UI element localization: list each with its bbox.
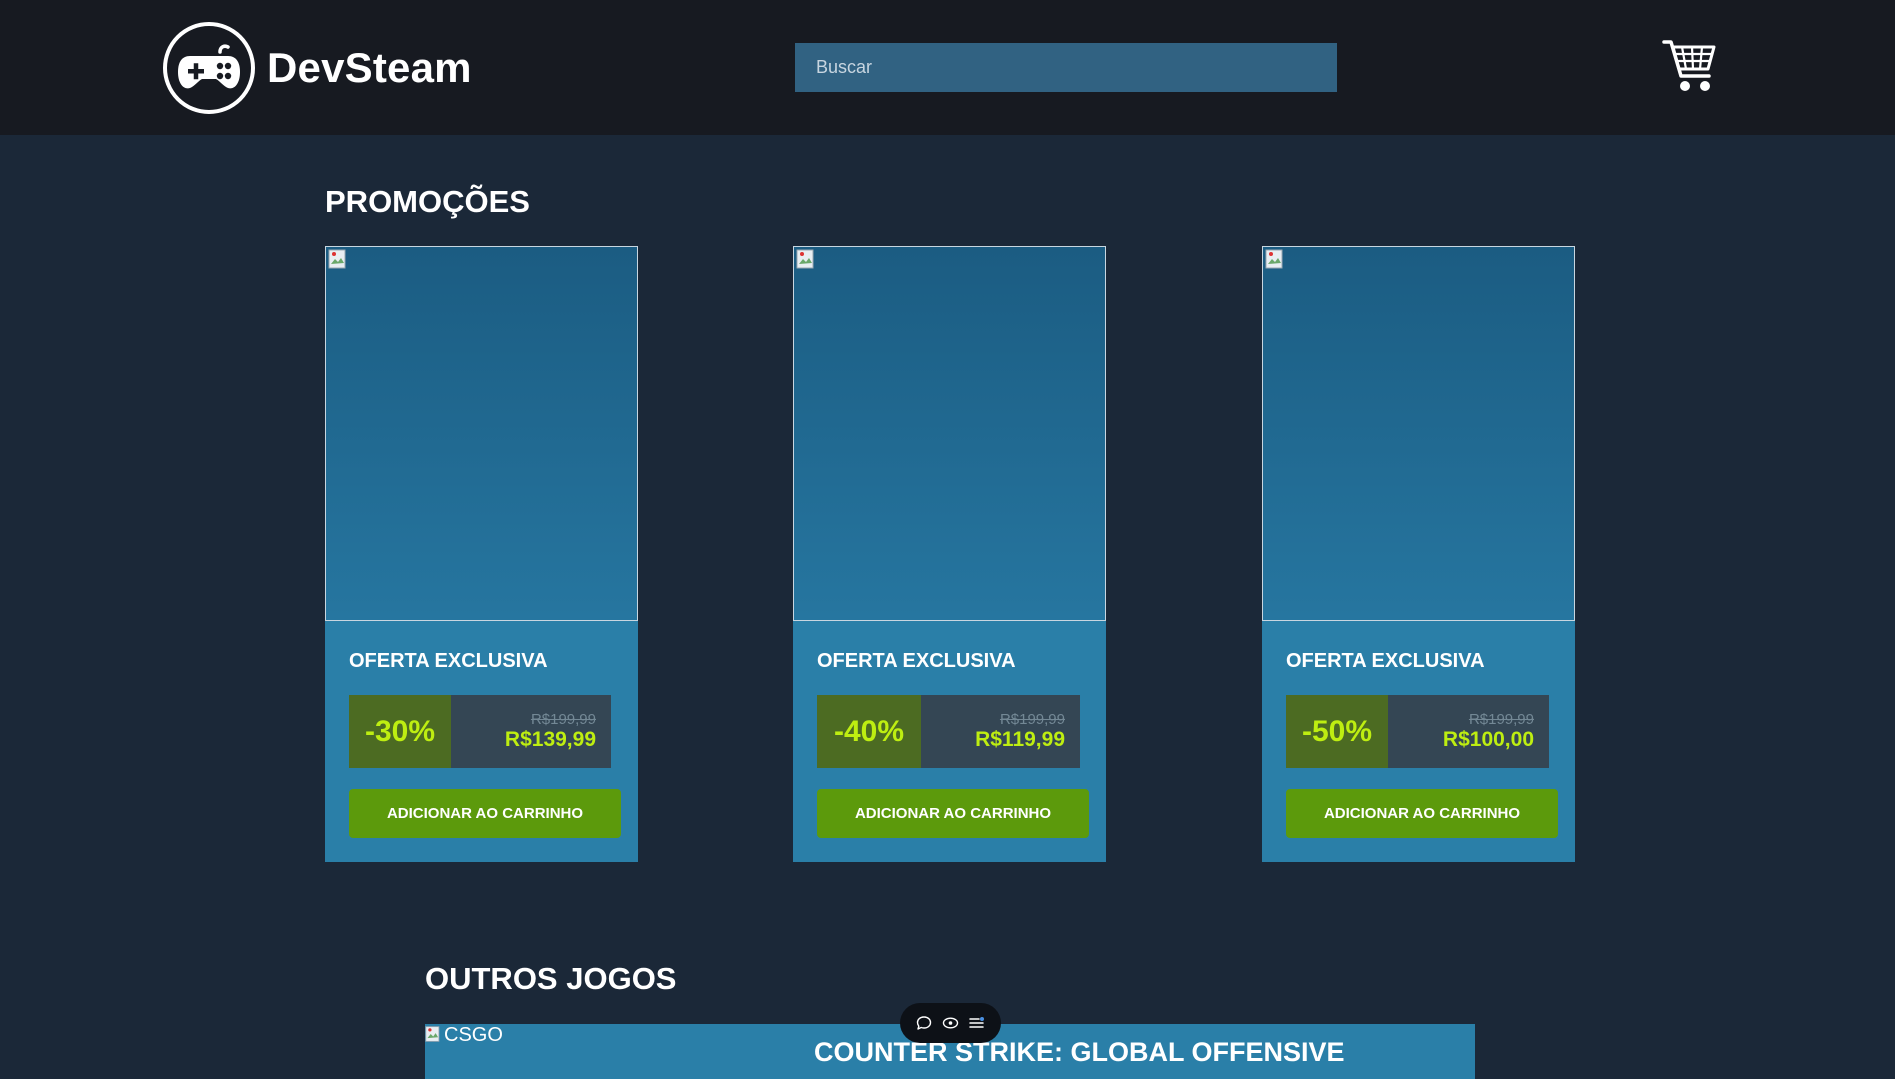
discount-badge: -50% <box>1286 695 1388 768</box>
list-settings-icon[interactable] <box>966 1012 988 1034</box>
new-price: R$119,99 <box>975 728 1065 751</box>
promo-card: OFERTA EXCLUSIVA -30% R$199,99 R$139,99 … <box>325 246 638 862</box>
promocoes-title: PROMOÇÕES <box>325 184 530 219</box>
game-image[interactable] <box>325 246 638 621</box>
logo-text: DevSteam <box>267 44 472 91</box>
discount-badge: -30% <box>349 695 451 768</box>
add-to-cart-button[interactable]: ADICIONAR AO CARRINHO <box>817 789 1089 838</box>
cart-icon[interactable] <box>1662 38 1716 94</box>
old-price: R$199,99 <box>1468 711 1534 728</box>
search-input[interactable] <box>795 43 1337 92</box>
broken-image-icon <box>425 1026 440 1042</box>
game-image: CSGO <box>425 1024 503 1047</box>
old-price: R$199,99 <box>530 711 596 728</box>
price-box: -40% R$199,99 R$119,99 <box>817 695 1080 768</box>
broken-image-icon <box>796 249 814 269</box>
card-label: OFERTA EXCLUSIVA <box>817 650 1016 672</box>
outros-jogos-title: OUTROS JOGOS <box>425 961 677 996</box>
game-name: COUNTER STRIKE: GLOBAL OFFENSIVE <box>814 1037 1345 1067</box>
prices: R$199,99 R$139,99 <box>451 695 611 768</box>
eye-icon[interactable] <box>940 1012 962 1034</box>
add-to-cart-button[interactable]: ADICIONAR AO CARRINHO <box>349 789 621 838</box>
prices: R$199,99 R$100,00 <box>1388 695 1549 768</box>
game-image-alt: CSGO <box>444 1024 503 1046</box>
gamepad-icon <box>163 22 255 114</box>
broken-image-icon <box>1265 249 1283 269</box>
discount-badge: -40% <box>817 695 921 768</box>
promo-card: OFERTA EXCLUSIVA -50% R$199,99 R$100,00 … <box>1262 246 1575 862</box>
old-price: R$199,99 <box>999 711 1065 728</box>
add-to-cart-button[interactable]: ADICIONAR AO CARRINHO <box>1286 789 1558 838</box>
comment-icon[interactable] <box>913 1012 935 1034</box>
price-box: -50% R$199,99 R$100,00 <box>1286 695 1549 768</box>
price-box: -30% R$199,99 R$139,99 <box>349 695 611 768</box>
card-label: OFERTA EXCLUSIVA <box>349 650 548 672</box>
prices: R$199,99 R$119,99 <box>921 695 1080 768</box>
game-image[interactable] <box>793 246 1106 621</box>
game-image[interactable] <box>1262 246 1575 621</box>
site-header: DevSteam <box>0 0 1895 135</box>
card-label: OFERTA EXCLUSIVA <box>1286 650 1485 672</box>
new-price: R$139,99 <box>504 728 596 751</box>
logo[interactable]: DevSteam <box>163 22 472 114</box>
promo-card: OFERTA EXCLUSIVA -40% R$199,99 R$119,99 … <box>793 246 1106 862</box>
broken-image-icon <box>328 249 346 269</box>
floating-toolbar <box>900 1003 1001 1043</box>
new-price: R$100,00 <box>1442 728 1534 751</box>
